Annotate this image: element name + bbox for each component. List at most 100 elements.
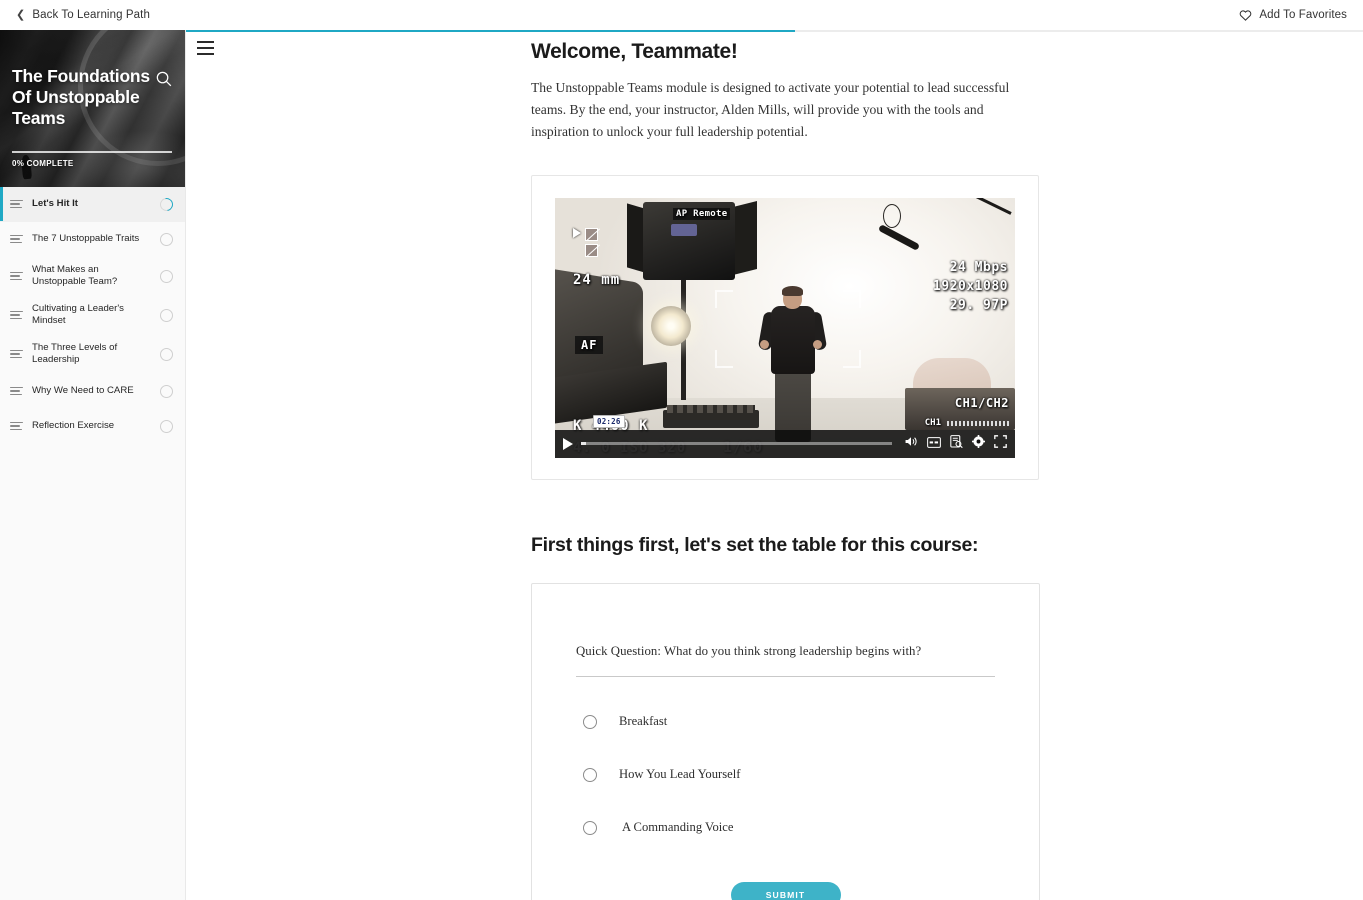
sidebar-item-lets-hit-it[interactable]: Let's Hit It [0, 187, 185, 222]
quiz-option-a-commanding-voice[interactable]: A Commanding Voice [576, 801, 995, 854]
sidebar-item-why-we-need-to-care[interactable]: Why We Need to CARE [0, 374, 185, 409]
course-progress-track [12, 151, 172, 153]
fresnel-light [651, 305, 691, 346]
quiz-option-breakfast[interactable]: Breakfast [576, 695, 995, 748]
course-progress-label: 0% COMPLETE [12, 159, 74, 168]
lesson-lines-icon [10, 349, 23, 360]
focus-frame-corner [715, 349, 733, 368]
hud-audio-meter [947, 420, 1009, 426]
volume-icon[interactable] [904, 435, 918, 453]
hud-bitrate: 24 Mbps [949, 259, 1008, 275]
lesson-lines-icon [10, 310, 23, 321]
section-heading: First things first, let's set the table … [531, 534, 979, 556]
lesson-status-circle-icon [160, 308, 173, 322]
video-controls-bar [555, 429, 1015, 458]
quiz-option-how-you-lead-yourself[interactable]: How You Lead Yourself [576, 748, 995, 801]
submit-row: SUBMIT [576, 882, 995, 900]
presenter-hair [782, 285, 803, 296]
lesson-label: The Three Levels of Leadership [32, 342, 118, 365]
radio-button-icon[interactable] [583, 820, 597, 835]
transcript-search-icon[interactable] [950, 434, 963, 453]
lesson-label: The 7 Unstoppable Traits [32, 233, 140, 244]
hud-status-icons [573, 227, 598, 257]
add-to-favorites-button[interactable]: Add To Favorites [1239, 9, 1347, 21]
focus-frame-corner [843, 289, 861, 308]
search-icon[interactable] [155, 70, 173, 88]
quiz-question: Quick Question: What do you think strong… [576, 644, 995, 677]
video-card: AP Remote 24 mm AF 24 Mbps 1920x1080 29.… [531, 175, 1039, 480]
lesson-label: Cultivating a Leader's Mindset [32, 303, 124, 326]
add-to-favorites-label: Add To Favorites [1259, 9, 1347, 21]
light-panel-display [671, 223, 697, 236]
course-sidebar: The Foundations Of Unstoppable Teams 0% … [0, 30, 186, 900]
quiz-card: Quick Question: What do you think strong… [531, 583, 1040, 900]
lesson-label: Reflection Exercise [32, 420, 115, 431]
chevron-left-icon: ❮ [16, 8, 26, 21]
lesson-lines-icon [10, 234, 23, 245]
hud-framerate: 29. 97P [949, 297, 1008, 313]
hud-crossed-boxes-icon [585, 227, 598, 257]
lesson-label: What Makes an Unstoppable Team? [32, 264, 118, 287]
radio-button-icon[interactable] [583, 767, 597, 782]
hamburger-menu-icon[interactable] [197, 41, 214, 55]
hud-focus-mode: AF [575, 335, 604, 354]
lesson-status-circle-icon [160, 347, 173, 361]
video-player[interactable]: AP Remote 24 mm AF 24 Mbps 1920x1080 29.… [555, 197, 1015, 458]
heart-outline-icon [1239, 9, 1252, 21]
fullscreen-icon[interactable] [994, 434, 1007, 453]
course-progress: 0% COMPLETE [12, 151, 172, 168]
hud-focal-length: 24 mm [573, 271, 621, 288]
quiz-option-label: How You Lead Yourself [619, 767, 741, 781]
hud-audio-channels: CH1/CH2 [954, 395, 1009, 410]
boom-cable-loop [883, 203, 901, 228]
course-title: The Foundations Of Unstoppable Teams [12, 66, 150, 128]
main-content-area: Welcome, Teammate! The Unstoppable Teams… [186, 30, 1363, 900]
top-bar: ❮ Back To Learning Path Add To Favorites [0, 0, 1363, 30]
hud-channel-one: CH1 [924, 417, 941, 428]
presenter-torso [771, 305, 815, 374]
lesson-status-circle-icon [160, 419, 173, 433]
radio-button-icon[interactable] [583, 714, 597, 729]
lesson-status-circle-icon [160, 269, 173, 283]
lesson-content: Welcome, Teammate! The Unstoppable Teams… [186, 30, 1363, 900]
sidebar-item-7-unstoppable-traits[interactable]: The 7 Unstoppable Traits [0, 222, 185, 257]
lesson-label: Why We Need to CARE [32, 385, 134, 396]
lesson-progress-ring-icon [157, 194, 176, 214]
back-to-learning-path-link[interactable]: ❮ Back To Learning Path [16, 9, 150, 21]
course-hero-banner: The Foundations Of Unstoppable Teams 0% … [0, 30, 185, 187]
closed-captions-icon[interactable] [927, 435, 941, 453]
presenter-hand-right [813, 339, 822, 349]
back-link-label: Back To Learning Path [32, 9, 150, 21]
focus-frame-corner [843, 349, 861, 368]
quiz-options: Breakfast How You Lead Yourself A Comman… [576, 695, 995, 854]
sidebar-item-reflection-exercise[interactable]: Reflection Exercise [0, 409, 185, 444]
presenter-hand-left [760, 339, 769, 349]
barn-door-right [733, 200, 757, 275]
quiz-option-label: A Commanding Voice [622, 820, 734, 834]
hud-resolution: 1920x1080 [933, 278, 1008, 294]
hud-ap-remote-label: AP Remote [673, 207, 731, 220]
lesson-lines-icon [10, 199, 23, 210]
lesson-label: Let's Hit It [32, 198, 78, 209]
video-right-controls [900, 434, 1007, 453]
settings-gear-icon[interactable] [972, 434, 985, 453]
sidebar-item-what-makes-unstoppable-team[interactable]: What Makes an Unstoppable Team? [0, 257, 185, 296]
hud-recording-specs: 24 Mbps 1920x1080 29. 97P [933, 258, 1008, 315]
lesson-list: Let's Hit It The 7 Unstoppable Traits Wh… [0, 187, 185, 444]
hud-play-triangle-icon [573, 227, 581, 238]
lesson-status-circle-icon [160, 384, 173, 398]
submit-button[interactable]: SUBMIT [730, 882, 841, 900]
video-scrubber-fill [581, 442, 586, 445]
focus-frame-corner [715, 289, 733, 308]
lesson-lines-icon [10, 421, 23, 432]
sidebar-item-cultivating-leaders-mindset[interactable]: Cultivating a Leader's Mindset [0, 296, 185, 335]
sidebar-item-three-levels-of-leadership[interactable]: The Three Levels of Leadership [0, 335, 185, 374]
lesson-status-circle-icon [160, 232, 173, 246]
intro-paragraph: The Unstoppable Teams module is designed… [531, 80, 1010, 139]
keyboard-gear [663, 404, 759, 428]
lesson-lines-icon [10, 386, 23, 397]
page-title: Welcome, Teammate! [531, 40, 738, 63]
play-icon[interactable] [563, 437, 573, 450]
video-scrubber[interactable] [581, 442, 892, 445]
video-time-tooltip: 02:26 [593, 414, 625, 428]
